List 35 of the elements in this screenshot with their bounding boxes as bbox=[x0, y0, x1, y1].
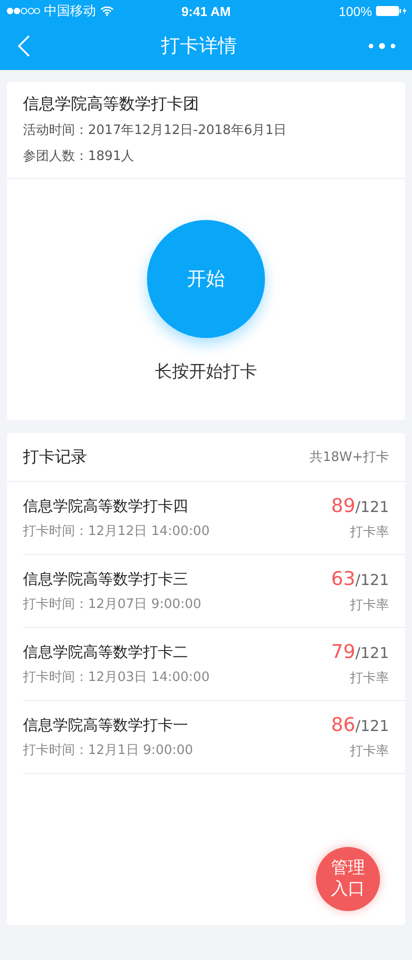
more-icon[interactable] bbox=[368, 42, 396, 50]
record-row[interactable]: 信息学院高等数学打卡一 打卡时间：12月1日 9:00:00 86/121 打卡率 bbox=[23, 701, 405, 774]
start-hint: 长按开始打卡 bbox=[155, 361, 257, 383]
wifi-icon bbox=[100, 6, 114, 16]
record-row[interactable]: 信息学院高等数学打卡二 打卡时间：12月03日 14:00:00 79/121 打卡率 bbox=[23, 628, 405, 701]
check-in-count: 63/121 bbox=[331, 568, 389, 590]
record-name: 信息学院高等数学打卡一 bbox=[23, 716, 189, 734]
battery-icon bbox=[376, 6, 408, 16]
record-time: 打卡时间：12月12日 14:00:00 bbox=[23, 522, 210, 540]
rate-label: 打卡率 bbox=[350, 670, 389, 686]
record-time: 打卡时间：12月1日 9:00:00 bbox=[23, 742, 194, 758]
member-count: 参团人数：1891人 bbox=[23, 148, 136, 166]
check-in-count: 89/121 bbox=[331, 496, 389, 516]
record-row[interactable]: 信息学院高等数学打卡三 打卡时间：12月07日 9:00:00 63/121 打卡率 bbox=[23, 555, 405, 628]
page-title: 打卡详情 bbox=[161, 34, 237, 59]
records-title: 打卡记录 bbox=[23, 446, 87, 468]
signal-icon bbox=[6, 7, 40, 15]
check-in-count: 79/121 bbox=[331, 642, 389, 662]
rate-label: 打卡率 bbox=[350, 742, 389, 760]
rate-label: 打卡率 bbox=[350, 524, 389, 540]
record-name: 信息学院高等数学打卡二 bbox=[23, 642, 189, 662]
check-in-count: 86/121 bbox=[331, 714, 389, 736]
record-time: 打卡时间：12月07日 9:00:00 bbox=[23, 596, 202, 612]
clock: 9:41 AM bbox=[180, 4, 232, 18]
back-icon[interactable] bbox=[18, 35, 30, 57]
rate-label: 打卡率 bbox=[350, 596, 389, 614]
record-row[interactable]: 信息学院高等数学打卡四 打卡时间：12月12日 14:00:00 89/121 打卡率 bbox=[23, 482, 405, 555]
records-total: 共18W+打卡 bbox=[310, 449, 389, 466]
group-name: 信息学院高等数学打卡团 bbox=[23, 93, 200, 115]
battery-percent: 100% bbox=[338, 4, 372, 18]
carrier: 中国移动 bbox=[44, 2, 96, 20]
record-name: 信息学院高等数学打卡四 bbox=[23, 496, 189, 516]
record-name: 信息学院高等数学打卡三 bbox=[23, 570, 189, 588]
activity-period: 活动时间：2017年12月12日-2018年6月1日 bbox=[23, 122, 288, 140]
record-time: 打卡时间：12月03日 14:00:00 bbox=[23, 668, 210, 686]
